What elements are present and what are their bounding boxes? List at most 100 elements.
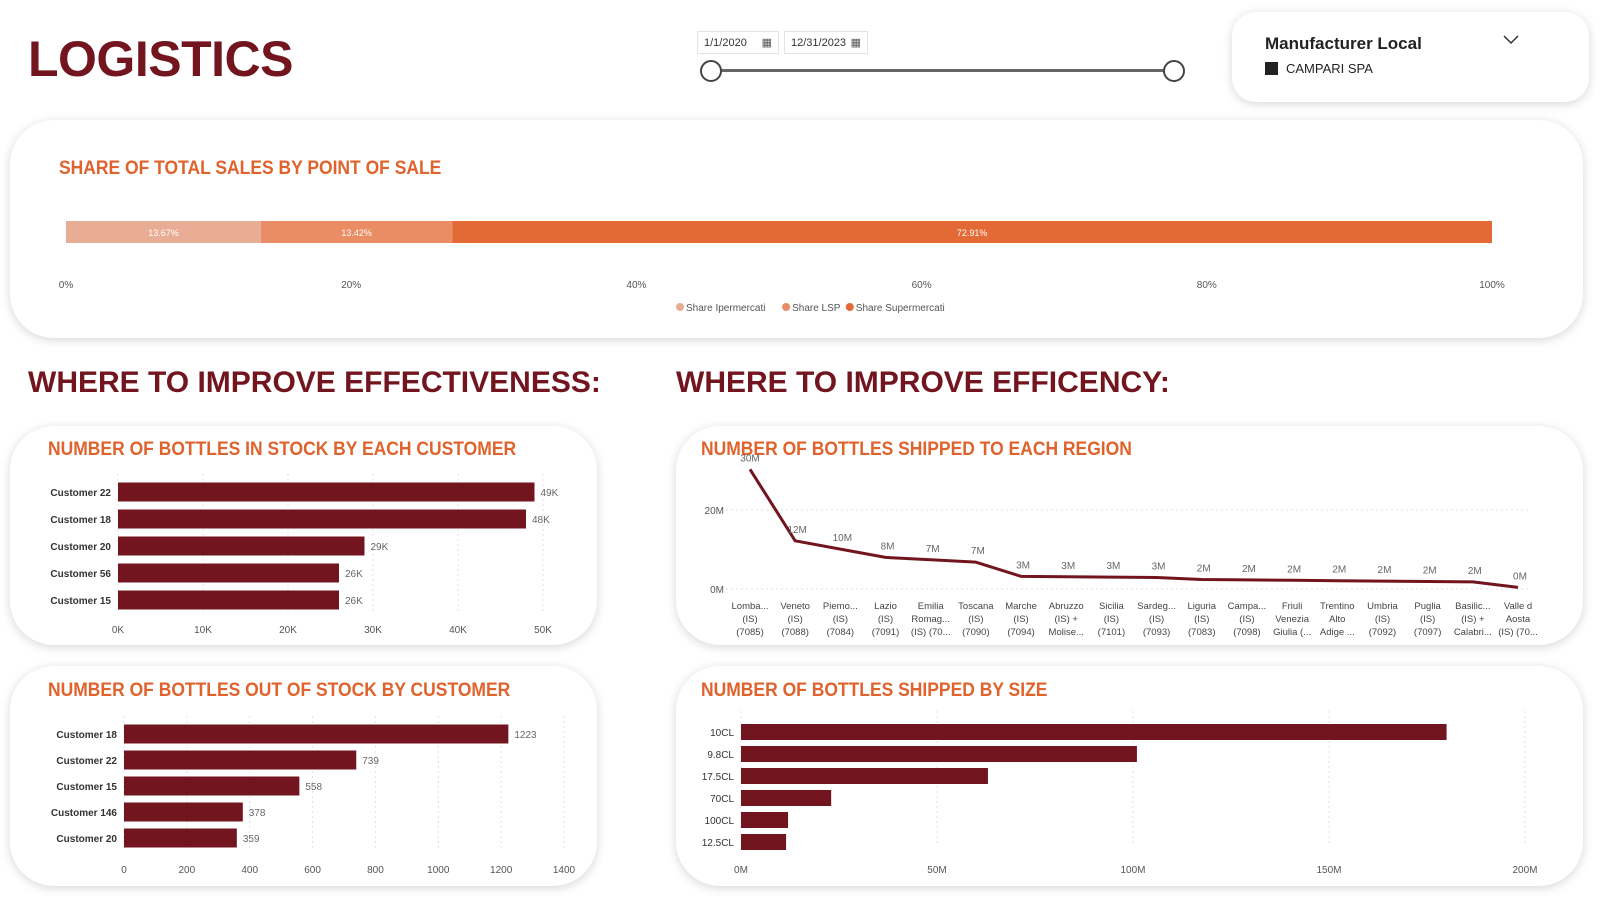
- x-tick-label: 0M: [734, 865, 748, 876]
- legend-label: Share LSP: [792, 303, 841, 314]
- data-label: 2M: [1242, 564, 1256, 575]
- bar: [741, 724, 1447, 740]
- out-of-stock-card: NUMBER OF BOTTLES OUT OF STOCK BY CUSTOM…: [10, 666, 597, 886]
- filter-item-label: CAMPARI SPA: [1286, 61, 1373, 76]
- bar: [741, 834, 787, 850]
- data-label: 2M: [1423, 565, 1437, 576]
- x-tick-label: (IS): [1420, 614, 1435, 625]
- x-tick-label: 20%: [341, 280, 361, 291]
- region-card: NUMBER OF BOTTLES SHIPPED TO EACH REGION…: [676, 426, 1583, 645]
- category-label: 17.5CL: [702, 772, 735, 783]
- x-tick-label: 60%: [912, 280, 932, 291]
- x-tick-label: 50K: [534, 625, 552, 636]
- x-tick-label: (7085): [736, 627, 763, 638]
- x-tick-label: Calabri...: [1454, 627, 1492, 638]
- data-label: 30M: [740, 453, 759, 464]
- data-label: 49K: [541, 488, 559, 499]
- x-tick-label: 400: [241, 865, 258, 876]
- calendar-icon[interactable]: ▦: [762, 36, 772, 49]
- bar: [741, 768, 988, 784]
- bar: [124, 724, 509, 744]
- data-label: 48K: [532, 515, 550, 526]
- x-tick-label: Veneto: [780, 601, 810, 612]
- x-tick-label: (IS) (70...: [1498, 627, 1538, 638]
- category-label: 100CL: [705, 816, 735, 827]
- x-tick-label: (7094): [1007, 627, 1034, 638]
- x-tick-label: (IS): [788, 614, 803, 625]
- x-tick-label: (7101): [1098, 627, 1125, 638]
- x-tick-label: Puglia: [1414, 601, 1441, 612]
- x-tick-label: 100M: [1120, 865, 1145, 876]
- x-tick-label: Trentino: [1320, 601, 1355, 612]
- data-label: 1223: [514, 730, 537, 741]
- x-tick-label: 30K: [364, 625, 382, 636]
- x-tick-label: Emilia: [918, 601, 945, 612]
- x-tick-label: Lomba...: [732, 601, 769, 612]
- x-tick-label: 0%: [59, 280, 74, 291]
- x-tick-label: (7083): [1188, 627, 1215, 638]
- chevron-down-icon[interactable]: [1503, 30, 1519, 49]
- x-tick-label: (IS): [878, 614, 893, 625]
- series-line: [748, 468, 1519, 589]
- share-data-label: 13.67%: [148, 228, 179, 238]
- bar: [741, 790, 832, 806]
- category-label: Customer 15: [56, 782, 117, 793]
- manufacturer-filter[interactable]: Manufacturer Local CAMPARI SPA: [1232, 12, 1589, 102]
- x-tick-label: 40%: [626, 280, 646, 291]
- bar: [118, 563, 339, 583]
- x-tick-label: 1400: [553, 865, 576, 876]
- data-label: 2M: [1468, 566, 1482, 577]
- calendar-icon[interactable]: ▦: [851, 36, 861, 49]
- date-range-start-handle[interactable]: [700, 60, 722, 82]
- x-tick-label: (IS) +: [1054, 614, 1078, 625]
- data-label: 26K: [345, 596, 363, 607]
- x-tick-label: 1000: [427, 865, 450, 876]
- category-label: Customer 18: [50, 515, 111, 526]
- x-tick-label: Basilic...: [1455, 601, 1490, 612]
- category-label: Customer 22: [56, 756, 117, 767]
- x-tick-label: (IS): [833, 614, 848, 625]
- end-date-input[interactable]: 12/31/2023 ▦: [784, 31, 868, 54]
- x-tick-label: Piemo...: [823, 601, 858, 612]
- date-range-end-handle[interactable]: [1163, 60, 1185, 82]
- x-tick-label: (7093): [1143, 627, 1170, 638]
- x-tick-label: Lazio: [874, 601, 897, 612]
- x-tick-label: Marche: [1005, 601, 1037, 612]
- x-tick-label: 0K: [112, 625, 125, 636]
- x-tick-label: (7091): [872, 627, 899, 638]
- x-tick-label: Venezia: [1275, 614, 1310, 625]
- category-label: Customer 22: [50, 488, 111, 499]
- x-tick-label: (7098): [1233, 627, 1260, 638]
- x-tick-label: Friuli: [1282, 601, 1303, 612]
- x-tick-label: Sicilia: [1099, 601, 1125, 612]
- data-label: 3M: [1106, 561, 1120, 572]
- filter-selected-item[interactable]: CAMPARI SPA: [1265, 61, 1373, 76]
- in-stock-chart: 0K 10K 20K 30K 40K 50K Customer 22 49K Customer …: [50, 474, 559, 636]
- data-label: 739: [362, 756, 379, 767]
- x-tick-label: 40K: [449, 625, 467, 636]
- legend-marker: [845, 303, 854, 311]
- bar: [124, 802, 243, 822]
- y-tick-label: 0M: [710, 585, 724, 596]
- checkbox-icon[interactable]: [1265, 62, 1278, 75]
- date-range-slider-track[interactable]: [710, 69, 1173, 72]
- end-date-value: 12/31/2023: [791, 36, 847, 49]
- efficiency-heading: WHERE TO IMPROVE EFFICENCY:: [676, 366, 1170, 399]
- x-tick-label: Molise...: [1049, 627, 1084, 638]
- x-tick-label: Giulia (...: [1273, 627, 1311, 638]
- category-label: Customer 20: [56, 834, 117, 845]
- x-tick-label: Abruzzo: [1049, 601, 1084, 612]
- share-data-label: 72.91%: [957, 228, 988, 238]
- start-date-input[interactable]: 1/1/2020 ▦: [697, 31, 779, 54]
- in-stock-card: NUMBER OF BOTTLES IN STOCK BY EACH CUSTO…: [10, 426, 597, 645]
- share-chart: 13.67% 13.42% 72.91% 0% 20% 40% 60% 80% 100% Shar…: [59, 221, 1505, 314]
- category-label: 70CL: [710, 794, 734, 805]
- bar: [118, 482, 535, 502]
- bar: [741, 812, 789, 828]
- data-label: 3M: [1152, 562, 1166, 573]
- x-tick-label: (IS): [742, 614, 757, 625]
- category-label: Customer 15: [50, 596, 111, 607]
- x-tick-label: 10K: [194, 625, 212, 636]
- x-tick-label: 50M: [927, 865, 946, 876]
- x-tick-label: 200M: [1512, 865, 1537, 876]
